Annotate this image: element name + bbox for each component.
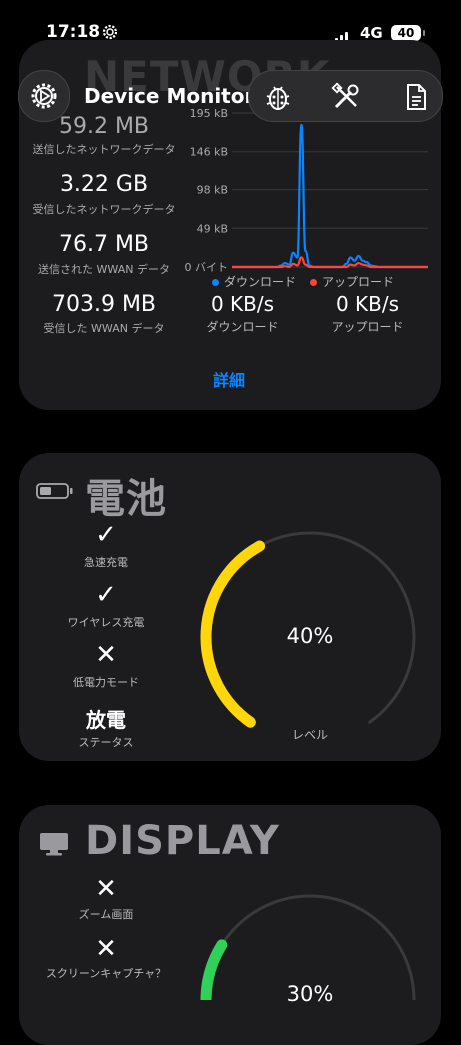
screen-capture-mark: ✕: [95, 934, 117, 964]
legend-download-label: ダウンロード: [224, 275, 297, 289]
wwan-sent-value: 76.7 MB: [58, 232, 150, 257]
settings-gear-icon: [31, 83, 57, 109]
battery-indicator: 40: [391, 25, 425, 41]
status-time: 17:18: [46, 22, 101, 42]
zoom-screen-mark: ✕: [95, 874, 117, 904]
legend-download-dot: [212, 279, 219, 286]
download-series-line: [232, 123, 428, 269]
low-power-mark: ✕: [95, 640, 117, 670]
wwan-received-label: 受信した WWAN データ: [43, 322, 165, 335]
zoom-screen-label: ズーム画面: [78, 908, 134, 921]
upload-speed-label: アップロード: [331, 320, 404, 334]
toolbar-actions: [248, 70, 443, 122]
battery-status-value: 放電: [86, 708, 126, 732]
screen-capture-label: スクリーンキャプチャ？: [45, 967, 167, 980]
legend-download: ダウンロード: [212, 273, 296, 290]
fast-charge-label: 急速充電: [84, 556, 128, 569]
wireless-charge-label: ワイヤレス充電: [67, 616, 145, 629]
battery-level-label: レベル: [291, 728, 328, 742]
upload-series-line: [232, 256, 428, 269]
chart-y-tick-label: 49 kB: [197, 222, 228, 235]
battery-card-title: 電池: [85, 476, 167, 522]
details-link[interactable]: 詳細: [213, 367, 245, 391]
battery-icon: [36, 483, 73, 499]
legend-upload-label: アップロード: [322, 275, 395, 289]
display-card-title: DISPLAY: [85, 818, 280, 864]
download-speed-value: 0 KB/s: [210, 292, 275, 316]
network-traffic-chart: 195 kB146 kB98 kB49 kB0 バイト: [185, 107, 428, 274]
battery-status-label: ステータス: [78, 736, 134, 749]
battery-level-value: 40%: [286, 624, 334, 648]
legend-upload-dot: [310, 279, 317, 286]
wireless-charge-mark: ✓: [95, 580, 117, 610]
chart-y-tick-label: 195 kB: [190, 107, 228, 120]
monitor-icon: [40, 833, 68, 856]
upload-speed-value: 0 KB/s: [335, 292, 400, 316]
bug-icon[interactable]: [263, 82, 293, 112]
document-icon[interactable]: [401, 82, 431, 112]
wwan-received-value: 703.9 MB: [51, 292, 157, 317]
app-title: Device Monitor²: [84, 84, 264, 108]
tools-icon[interactable]: [331, 82, 361, 112]
settings-button[interactable]: [18, 70, 70, 122]
low-power-label: 低電力モード: [73, 676, 139, 689]
fast-charge-mark: ✓: [95, 520, 117, 550]
net-sent-label: 送信したネットワークデータ: [32, 143, 176, 156]
legend-upload: アップロード: [310, 273, 394, 290]
net-received-value: 3.22 GB: [59, 172, 149, 197]
settings-gear-icon: [102, 24, 118, 40]
wwan-sent-label: 送信された WWAN データ: [38, 263, 170, 276]
display-level-value: 30%: [286, 982, 334, 1006]
chart-y-tick-label: 98 kB: [197, 184, 228, 197]
chart-y-tick-label: 146 kB: [190, 146, 228, 159]
net-received-label: 受信したネットワークデータ: [32, 203, 176, 216]
download-speed-label: ダウンロード: [206, 320, 279, 334]
